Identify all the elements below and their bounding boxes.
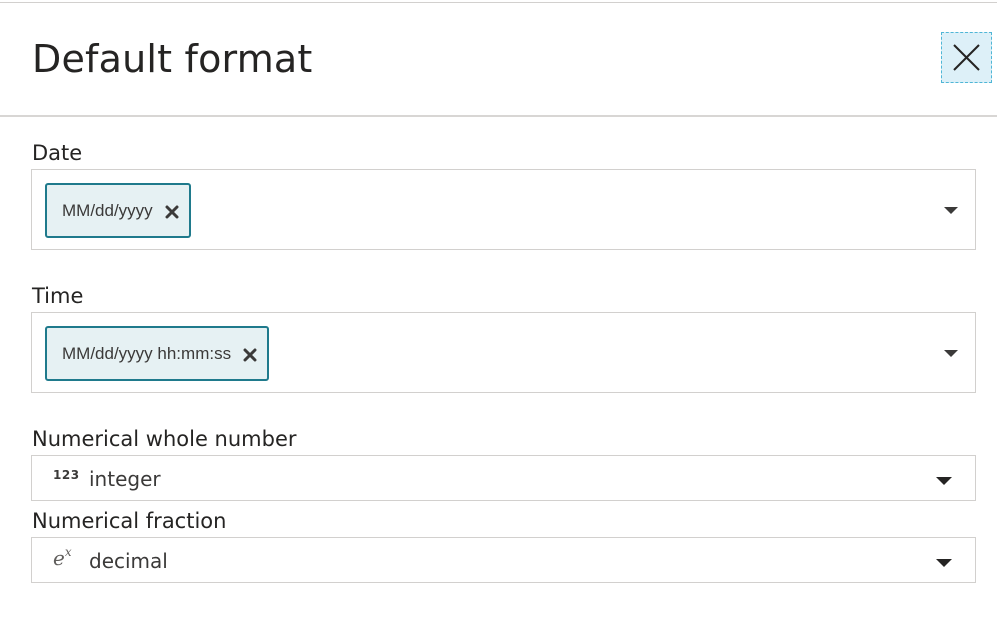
caret-down-icon[interactable] [936, 559, 952, 567]
time-label: Time [32, 284, 84, 308]
close-button[interactable] [941, 32, 992, 83]
date-format-picker[interactable]: MM/dd/yyyy [31, 169, 976, 250]
date-label: Date [32, 141, 83, 165]
remove-tag-icon[interactable] [243, 347, 257, 361]
dialog-title: Default format [32, 37, 313, 81]
fraction-value: decimal [89, 549, 168, 573]
date-format-tag-text: MM/dd/yyyy [62, 200, 153, 220]
header-divider [0, 115, 997, 117]
whole-number-select[interactable]: 123 integer [31, 455, 976, 501]
time-format-tag-text: MM/dd/yyyy hh:mm:ss [62, 343, 232, 363]
whole-number-value: integer [89, 467, 161, 491]
caret-down-icon[interactable] [936, 477, 952, 485]
caret-down-icon[interactable] [944, 350, 958, 357]
fraction-select[interactable]: ex decimal [31, 537, 976, 583]
number-type-icon: 123 [53, 468, 80, 482]
remove-tag-icon[interactable] [165, 204, 179, 218]
caret-down-icon[interactable] [944, 207, 958, 214]
close-icon [953, 44, 980, 71]
fraction-label: Numerical fraction [32, 509, 227, 533]
date-format-tag: MM/dd/yyyy [45, 183, 191, 238]
exponent-icon: ex [53, 545, 72, 570]
whole-number-label: Numerical whole number [32, 427, 297, 451]
dialog-header: Default format [0, 3, 997, 115]
time-format-tag: MM/dd/yyyy hh:mm:ss [45, 326, 270, 381]
time-format-picker[interactable]: MM/dd/yyyy hh:mm:ss [31, 312, 976, 393]
